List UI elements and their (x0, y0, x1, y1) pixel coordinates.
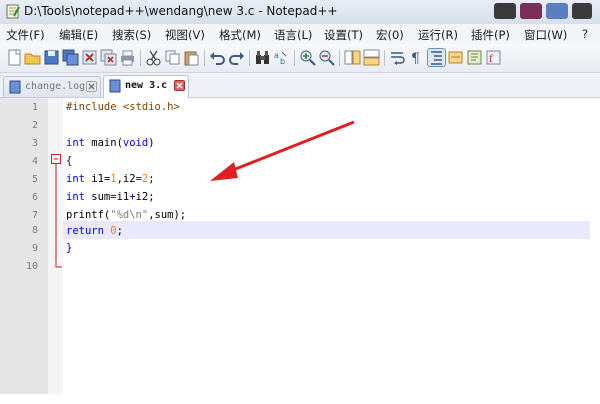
code-editor[interactable]: 1 2 3 4 5 6 7 8 9 10 #include <stdio.h> … (0, 98, 600, 404)
svg-text:¶: ¶ (411, 51, 420, 66)
line-number: 5 (31, 174, 38, 185)
code-line-5: int i1=1,i2=2; (66, 173, 155, 185)
indent-guide-icon[interactable] (427, 48, 446, 67)
save-icon[interactable] (43, 49, 60, 66)
title-bar: D:\Tools\notepad++\wendang\new 3.c - Not… (0, 0, 600, 25)
line-number: 1 (31, 102, 38, 113)
toolbar-separator (204, 50, 205, 66)
menu-language[interactable]: 语言(L) (274, 27, 312, 43)
zoom-out-icon[interactable] (318, 49, 335, 66)
toolbar-separator (249, 50, 250, 66)
user-lang-icon[interactable] (447, 49, 464, 66)
doc-map-icon[interactable] (466, 49, 483, 66)
redo-icon[interactable] (228, 49, 245, 66)
menu-window[interactable]: 窗口(W) (524, 27, 567, 43)
menu-bar: 文件(F) 编辑(E) 搜索(S) 视图(V) 格式(M) 语言(L) 设置(T… (0, 24, 600, 45)
close-icon[interactable] (81, 49, 98, 66)
line-number: 9 (31, 243, 38, 254)
code-line-6: int sum=i1+i2; (66, 191, 155, 203)
show-all-chars-icon[interactable]: ¶ (408, 49, 425, 66)
menu-search[interactable]: 搜索(S) (112, 27, 151, 43)
line-number: 10 (25, 261, 38, 272)
file-icon (109, 79, 121, 93)
menu-macro[interactable]: 宏(0) (376, 27, 404, 43)
document-tab-bar: change.log new 3.c (0, 73, 600, 98)
close-all-icon[interactable] (100, 49, 117, 66)
svg-text:a: a (274, 51, 279, 60)
toolbar-separator (384, 50, 385, 66)
open-file-icon[interactable] (24, 49, 41, 66)
menu-edit[interactable]: 编辑(E) (59, 27, 98, 43)
undo-icon[interactable] (209, 49, 226, 66)
close-tab-icon[interactable] (86, 81, 97, 92)
toolbar-separator (140, 50, 141, 66)
save-all-icon[interactable] (62, 49, 79, 66)
code-line-9: } (66, 242, 73, 254)
menu-settings[interactable]: 设置(T) (324, 27, 363, 43)
toolbar-separator (339, 50, 340, 66)
sync-horizontal-icon[interactable] (363, 49, 380, 66)
annotation-arrow-icon (210, 120, 355, 181)
sync-vertical-icon[interactable] (344, 49, 361, 66)
tab-change-log[interactable]: change.log (3, 76, 101, 97)
toolbar-separator (294, 50, 295, 66)
line-number: 7 (31, 210, 38, 221)
print-icon[interactable] (119, 49, 136, 66)
cut-icon[interactable] (145, 49, 162, 66)
function-list-icon[interactable]: f (485, 49, 502, 66)
line-number: 6 (31, 192, 38, 203)
menu-run[interactable]: 运行(R) (418, 27, 458, 43)
code-line-4: { (66, 155, 73, 167)
code-line-1: #include <stdio.h> (66, 101, 180, 113)
tab-label: new 3.c (125, 80, 168, 91)
line-number: 3 (31, 138, 38, 149)
window-controls[interactable] (494, 3, 594, 21)
menu-plugins[interactable]: 插件(P) (471, 27, 510, 43)
code-line-3: int main(void) (66, 137, 155, 149)
code-line-8: return 0; (66, 225, 123, 237)
line-number: 8 (31, 225, 38, 236)
tab-label: change.log (25, 81, 86, 92)
menu-view[interactable]: 视图(V) (165, 27, 205, 43)
new-file-icon[interactable] (6, 49, 23, 66)
line-number: 4 (31, 156, 38, 167)
menu-format[interactable]: 格式(M) (219, 27, 261, 43)
toolbar: ab ¶ f (0, 44, 600, 73)
fold-collapse-icon[interactable] (50, 153, 62, 271)
find-icon[interactable] (254, 49, 271, 66)
svg-text:b: b (280, 57, 285, 66)
paste-icon[interactable] (183, 49, 200, 66)
current-line-highlight (63, 221, 590, 239)
close-tab-icon[interactable] (174, 80, 185, 91)
line-number: 2 (31, 120, 38, 131)
copy-icon[interactable] (164, 49, 181, 66)
word-wrap-icon[interactable] (389, 49, 406, 66)
tab-new-3-c[interactable]: new 3.c (103, 75, 189, 98)
notepadpp-app-icon (6, 4, 20, 19)
code-line-7: printf("%d\n",sum); (66, 209, 187, 221)
menu-help[interactable]: ? (582, 27, 588, 41)
menu-file[interactable]: 文件(F) (6, 27, 45, 43)
notepadpp-window: D:\Tools\notepad++\wendang\new 3.c - Not… (0, 0, 600, 404)
file-icon (9, 80, 21, 94)
window-title: D:\Tools\notepad++\wendang\new 3.c - Not… (24, 4, 338, 18)
replace-icon[interactable]: ab (273, 49, 290, 66)
zoom-in-icon[interactable] (299, 49, 316, 66)
